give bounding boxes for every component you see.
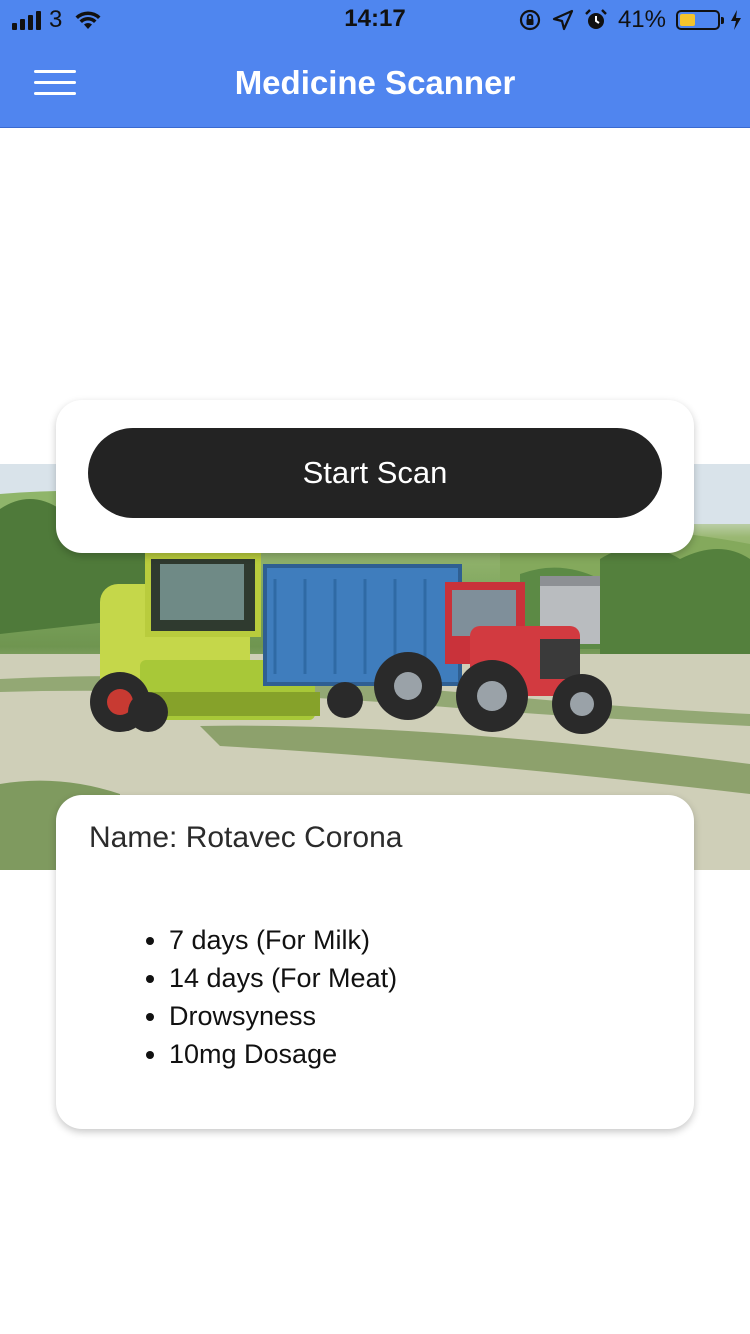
alarm-icon bbox=[585, 9, 607, 29]
battery-icon bbox=[676, 10, 724, 30]
battery-percent: 41% bbox=[617, 6, 666, 33]
battery-fill bbox=[680, 14, 695, 26]
charging-icon bbox=[731, 10, 741, 30]
medicine-name: Name: Rotavec Corona bbox=[89, 821, 403, 854]
app-bar: Medicine Scanner bbox=[0, 40, 750, 128]
start-scan-button[interactable]: Start Scan bbox=[88, 428, 662, 518]
battery-cap bbox=[721, 17, 724, 24]
status-right: 41% bbox=[518, 6, 742, 34]
orientation-lock-icon bbox=[519, 9, 541, 31]
medicine-details-list: 7 days (For Milk) 14 days (For Meat) Dro… bbox=[169, 921, 397, 1073]
page-title: Medicine Scanner bbox=[234, 64, 516, 101]
list-item: 14 days (For Meat) bbox=[169, 959, 397, 997]
location-icon bbox=[552, 9, 574, 31]
list-item: 10mg Dosage bbox=[169, 1035, 397, 1073]
status-bar: 3 14:17 41% bbox=[0, 0, 750, 40]
list-item: Drowsyness bbox=[169, 997, 397, 1035]
medicine-info-card: Name: Rotavec Corona 7 days (For Milk) 1… bbox=[56, 795, 694, 1129]
list-item: 7 days (For Milk) bbox=[169, 921, 397, 959]
scan-card: Start Scan bbox=[56, 400, 694, 553]
